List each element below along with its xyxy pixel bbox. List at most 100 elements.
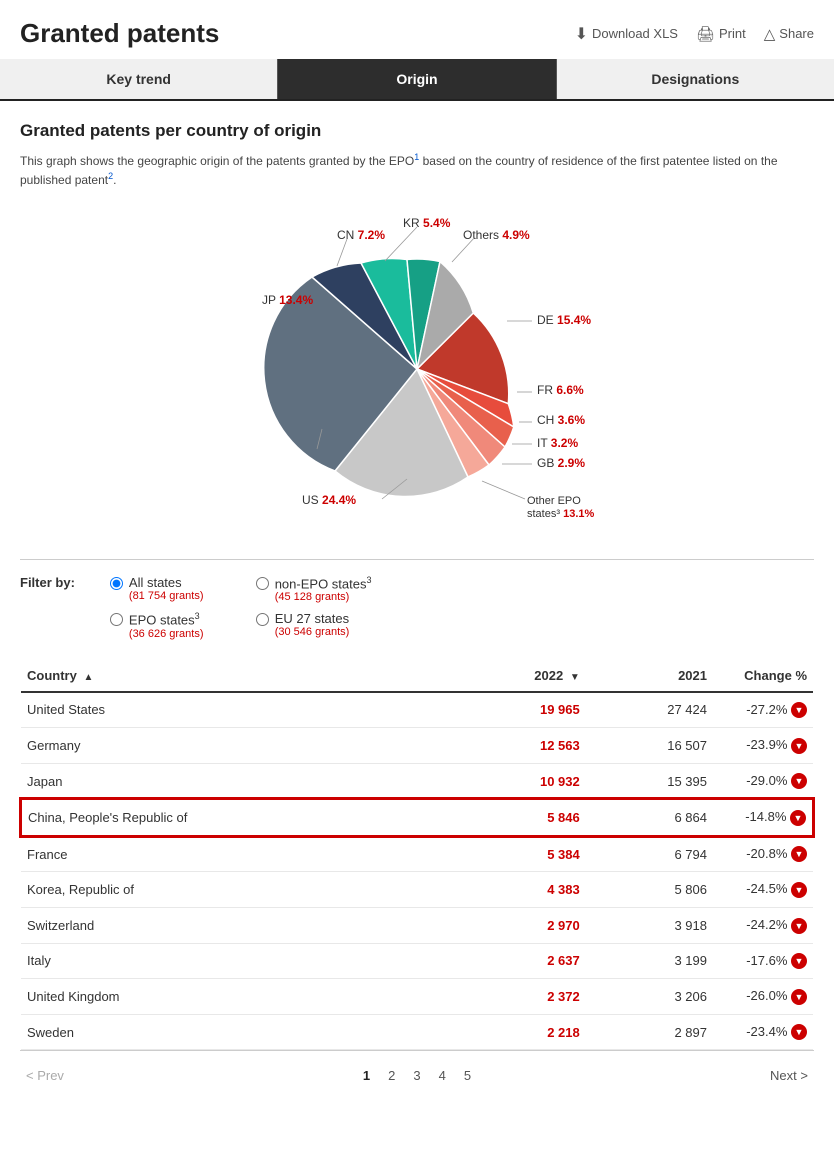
- table-row: Sweden 2 218 2 897 -23.4% ▼: [21, 1014, 813, 1050]
- print-label[interactable]: Print: [719, 26, 746, 41]
- pie-label-kr: KR 5.4%: [403, 216, 451, 230]
- table-row: Switzerland 2 970 3 918 -24.2% ▼: [21, 908, 813, 944]
- tabs-bar: Key trend Origin Designations: [0, 59, 834, 101]
- cell-2022: 2 372: [445, 979, 586, 1015]
- page-5[interactable]: 5: [459, 1066, 476, 1085]
- filter-non-epo-radio[interactable]: [256, 577, 269, 590]
- cell-country: France: [21, 836, 445, 872]
- cell-change: -23.9% ▼: [713, 728, 813, 764]
- down-arrow-icon: ▼: [791, 882, 807, 898]
- table-header-row: Country ▲ 2022 ▼ 2021 Change %: [21, 660, 813, 692]
- cell-country: China, People's Republic of: [21, 799, 445, 836]
- main-content: Granted patents per country of origin Th…: [0, 101, 834, 1110]
- print-action[interactable]: 🖨 Print: [696, 25, 746, 43]
- pie-label-other-epo2: states³ 13.1%: [527, 508, 594, 520]
- cell-2021: 3 206: [586, 979, 713, 1015]
- page-title: Granted patents: [20, 18, 219, 49]
- cell-change: -29.0% ▼: [713, 763, 813, 799]
- filter-label: Filter by:: [20, 575, 75, 590]
- pie-chart-area: DE 15.4% FR 6.6% CH 3.6% IT 3.2% GB 2.9%…: [20, 209, 814, 529]
- down-arrow-icon: ▼: [791, 738, 807, 754]
- pie-label-de: DE 15.4%: [537, 313, 591, 327]
- next-button[interactable]: Next >: [770, 1068, 808, 1083]
- page-1[interactable]: 1: [358, 1066, 375, 1085]
- table-row: France 5 384 6 794 -20.8% ▼: [21, 836, 813, 872]
- cell-country: United States: [21, 692, 445, 728]
- sort-icon-country: ▲: [83, 672, 93, 683]
- pagination: < Prev 1 2 3 4 5 Next >: [20, 1050, 814, 1090]
- prev-button[interactable]: < Prev: [26, 1068, 64, 1083]
- share-action[interactable]: △ Share: [764, 25, 814, 43]
- filter-section: Filter by: All states (81 754 grants) no…: [20, 575, 814, 640]
- down-arrow-icon: ▼: [791, 846, 807, 862]
- table-row: United Kingdom 2 372 3 206 -26.0% ▼: [21, 979, 813, 1015]
- cell-2022: 2 970: [445, 908, 586, 944]
- sort-icon-2022: ▼: [570, 672, 580, 683]
- table-row: United States 19 965 27 424 -27.2% ▼: [21, 692, 813, 728]
- table-row: Korea, Republic of 4 383 5 806 -24.5% ▼: [21, 872, 813, 908]
- pie-label-us: US 24.4%: [302, 493, 356, 507]
- cell-change: -27.2% ▼: [713, 692, 813, 728]
- col-country[interactable]: Country ▲: [21, 660, 445, 692]
- cell-2021: 2 897: [586, 1014, 713, 1050]
- col-2021: 2021: [586, 660, 713, 692]
- cell-2021: 6 864: [586, 799, 713, 836]
- down-arrow-icon: ▼: [791, 989, 807, 1005]
- cell-country: Italy: [21, 943, 445, 979]
- header-actions: ⬇ Download XLS 🖨 Print △ Share: [575, 24, 814, 44]
- tab-key-trend[interactable]: Key trend: [0, 59, 278, 99]
- pie-label-it: IT 3.2%: [537, 436, 578, 450]
- cell-2021: 3 918: [586, 908, 713, 944]
- col-2022[interactable]: 2022 ▼: [445, 660, 586, 692]
- filter-grid: All states (81 754 grants) non-EPO state…: [110, 575, 372, 640]
- cell-country: Germany: [21, 728, 445, 764]
- down-arrow-icon: ▼: [791, 1024, 807, 1040]
- cell-country: Switzerland: [21, 908, 445, 944]
- down-arrow-icon: ▼: [791, 918, 807, 934]
- filter-all-states[interactable]: All states (81 754 grants): [110, 575, 226, 603]
- table-row: China, People's Republic of 5 846 6 864 …: [21, 799, 813, 836]
- page-3[interactable]: 3: [408, 1066, 425, 1085]
- table-row: Japan 10 932 15 395 -29.0% ▼: [21, 763, 813, 799]
- cell-2022: 2 218: [445, 1014, 586, 1050]
- cell-2022: 5 384: [445, 836, 586, 872]
- filter-all-radio[interactable]: [110, 577, 123, 590]
- cell-2022: 10 932: [445, 763, 586, 799]
- cell-change: -20.8% ▼: [713, 836, 813, 872]
- tab-origin[interactable]: Origin: [278, 59, 556, 99]
- filter-non-epo[interactable]: non-EPO states3 (45 128 grants): [256, 575, 372, 603]
- filter-eu27-radio[interactable]: [256, 613, 269, 626]
- pie-label-jp: JP 13.4%: [262, 293, 313, 307]
- page-4[interactable]: 4: [434, 1066, 451, 1085]
- filter-epo-radio[interactable]: [110, 613, 123, 626]
- share-label[interactable]: Share: [779, 26, 814, 41]
- cell-change: -23.4% ▼: [713, 1014, 813, 1050]
- cell-country: Sweden: [21, 1014, 445, 1050]
- cell-change: -17.6% ▼: [713, 943, 813, 979]
- cell-country: Korea, Republic of: [21, 872, 445, 908]
- cell-2022: 4 383: [445, 872, 586, 908]
- cell-2021: 3 199: [586, 943, 713, 979]
- download-action[interactable]: ⬇ Download XLS: [575, 24, 678, 44]
- pie-label-others: Others 4.9%: [463, 228, 530, 242]
- filter-epo-states[interactable]: EPO states3 (36 626 grants): [110, 611, 226, 639]
- page-header: Granted patents ⬇ Download XLS 🖨 Print △…: [0, 0, 834, 59]
- down-arrow-icon: ▼: [791, 702, 807, 718]
- pie-label-ch: CH 3.6%: [537, 413, 585, 427]
- pie-chart: DE 15.4% FR 6.6% CH 3.6% IT 3.2% GB 2.9%…: [207, 209, 627, 529]
- cell-2021: 5 806: [586, 872, 713, 908]
- page-2[interactable]: 2: [383, 1066, 400, 1085]
- tab-designations[interactable]: Designations: [557, 59, 834, 99]
- pie-label-fr: FR 6.6%: [537, 383, 584, 397]
- filter-eu27[interactable]: EU 27 states (30 546 grants): [256, 611, 372, 639]
- cell-change: -26.0% ▼: [713, 979, 813, 1015]
- download-label[interactable]: Download XLS: [592, 26, 678, 41]
- cell-2021: 6 794: [586, 836, 713, 872]
- cell-change: -24.2% ▼: [713, 908, 813, 944]
- cell-2021: 15 395: [586, 763, 713, 799]
- cell-2021: 27 424: [586, 692, 713, 728]
- share-icon: △: [764, 25, 776, 43]
- table-row: Italy 2 637 3 199 -17.6% ▼: [21, 943, 813, 979]
- divider-1: [20, 559, 814, 560]
- table-body: United States 19 965 27 424 -27.2% ▼ Ger…: [21, 692, 813, 1050]
